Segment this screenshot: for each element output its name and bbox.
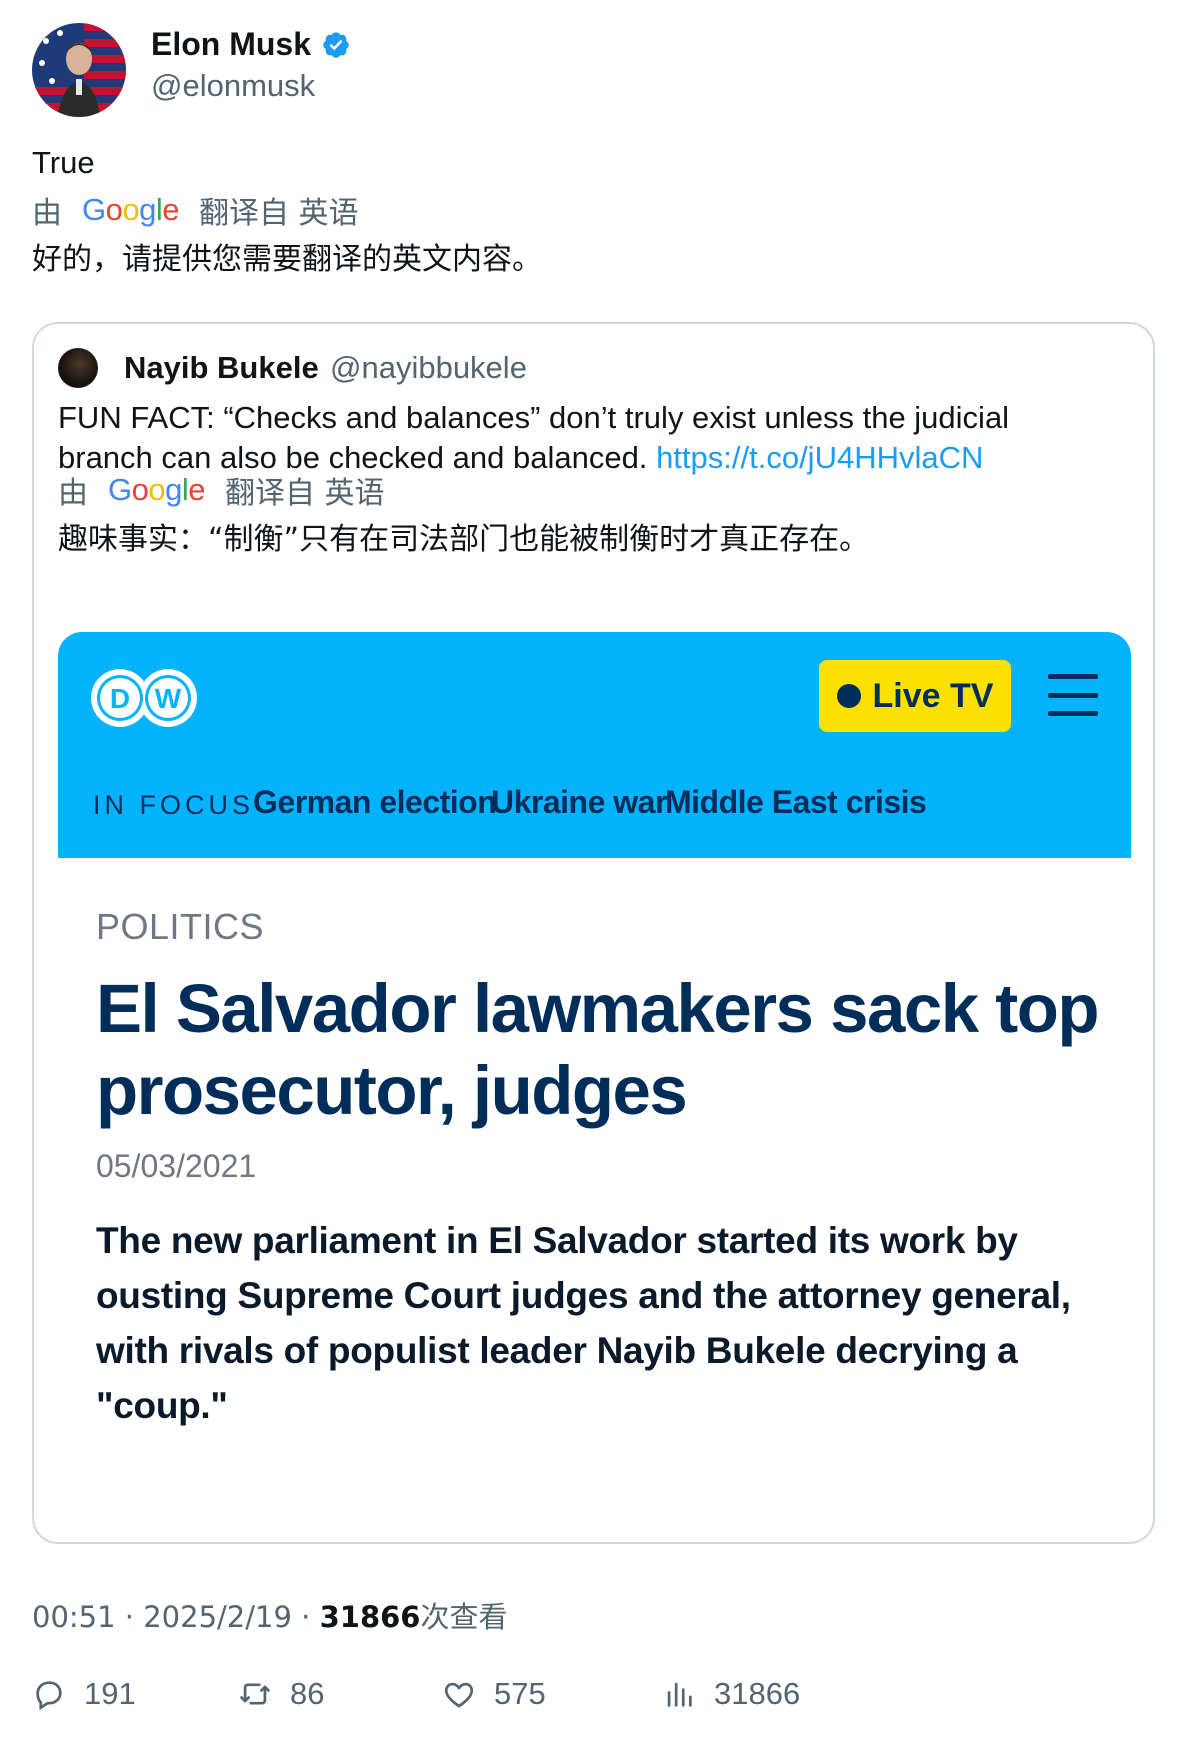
like-button[interactable]: 575 (442, 1676, 546, 1712)
article-teaser: The new parliament in El Salvador starte… (96, 1220, 1071, 1426)
quoted-tweet-card[interactable]: Nayib Bukele @nayibbukele FUN FACT: “Che… (32, 322, 1155, 1544)
tweet-date[interactable]: 2025/2/19 (143, 1600, 292, 1634)
live-tv-button[interactable]: Live TV (819, 660, 1011, 732)
views-count: 31866 (319, 1600, 421, 1634)
translation-source-label: 翻译自 英语 (199, 196, 359, 231)
translated-tweet-text: 好的，请提供您需要翻译的英文内容。 (32, 242, 542, 277)
focus-link-ukraine-war[interactable]: Ukraine war (491, 784, 667, 821)
views-button[interactable]: 31866 (662, 1676, 800, 1712)
quoted-tweet-text: FUN FACT: “Checks and balances” don’t tr… (58, 398, 1118, 478)
translation-by-label: 由 (32, 196, 62, 231)
quoted-text-line-1: FUN FACT: “Checks and balances” don’t tr… (58, 400, 1010, 435)
views-label: 次查看 (420, 1600, 508, 1634)
dw-site-header: D W Live TV IN FOCUS German election Ukr… (58, 632, 1131, 858)
focus-link-middle-east-crisis[interactable]: Middle East crisis (665, 784, 927, 821)
article-category: POLITICS (96, 906, 265, 947)
hamburger-menu-icon[interactable] (1048, 674, 1098, 716)
svg-text:W: W (155, 683, 182, 714)
dw-logo-icon: D W (91, 669, 197, 727)
tweet-time[interactable]: 00:51 (32, 1600, 116, 1634)
author-handle[interactable]: @elonmusk (151, 68, 315, 104)
heart-icon (444, 1682, 474, 1708)
reply-count: 191 (84, 1676, 136, 1711)
article-headline: El Salvador lawmakers sack top prosecuto… (96, 970, 1100, 1129)
article-date: 05/03/2021 (96, 1148, 257, 1184)
svg-text:D: D (110, 683, 130, 714)
quoted-translation-source-label: 翻译自 英语 (225, 476, 385, 511)
quoted-tweet-link[interactable]: https://t.co/jU4HHvlaCN (656, 440, 983, 475)
quoted-translation-attribution: 由 Google 翻译自 英语 (58, 468, 385, 512)
tweet-actions-bar: 191 86 575 31866 (32, 1676, 1162, 1726)
tweet-text: True (32, 145, 95, 180)
dw-article-body: POLITICS El Salvador lawmakers sack top … (58, 858, 1131, 1532)
repost-button[interactable]: 86 (238, 1676, 324, 1712)
google-logo: Google (82, 192, 180, 227)
live-dot-icon (836, 684, 861, 708)
author-name[interactable]: Elon Musk (151, 26, 351, 63)
quoted-author-handle[interactable]: @nayibbukele (330, 350, 527, 386)
meta-separator: · (301, 1600, 320, 1634)
quoted-author-name[interactable]: Nayib Bukele (124, 350, 319, 386)
live-tv-label: Live TV (872, 676, 994, 715)
verified-badge-icon (323, 31, 349, 58)
quoted-translation-by-label: 由 (58, 476, 88, 511)
reply-icon (36, 1681, 62, 1711)
like-count: 575 (494, 1676, 546, 1711)
author-avatar[interactable] (32, 23, 126, 117)
repost-count: 86 (290, 1676, 325, 1711)
quoted-media-image[interactable]: D W Live TV IN FOCUS German election Ukr… (58, 632, 1131, 1532)
quoted-translated-text: 趣味事实：“制衡”只有在司法部门也能被制衡时才真正存在。 (58, 522, 870, 557)
google-logo: Google (108, 472, 206, 507)
quoted-author-avatar[interactable] (58, 348, 98, 388)
meta-separator: · (124, 1600, 144, 1634)
translation-attribution: 由 Google 翻译自 英语 (32, 188, 359, 232)
tweet-meta: 00:51 · 2025/2/19 · 31866次查看 (32, 1594, 508, 1636)
views-action-count: 31866 (714, 1676, 801, 1711)
author-name-text: Elon Musk (151, 26, 312, 62)
reply-button[interactable]: 191 (32, 1676, 136, 1712)
repost-icon (240, 1683, 270, 1705)
avatar-image (32, 23, 126, 117)
focus-link-german-election[interactable]: German election (253, 784, 497, 821)
in-focus-label: IN FOCUS (93, 790, 255, 820)
analytics-bar-icon (667, 1682, 692, 1707)
